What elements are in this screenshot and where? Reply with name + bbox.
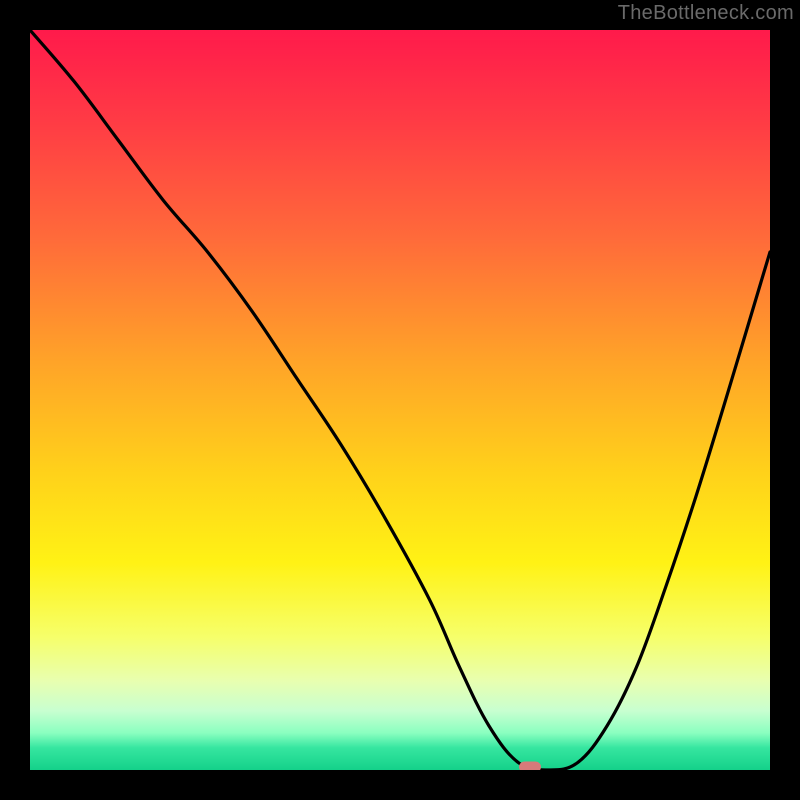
watermark-text: TheBottleneck.com [618, 2, 794, 25]
plot-area [30, 30, 770, 770]
curve-line [30, 30, 770, 770]
chart-frame: TheBottleneck.com [0, 0, 800, 800]
bottleneck-marker [519, 762, 541, 771]
